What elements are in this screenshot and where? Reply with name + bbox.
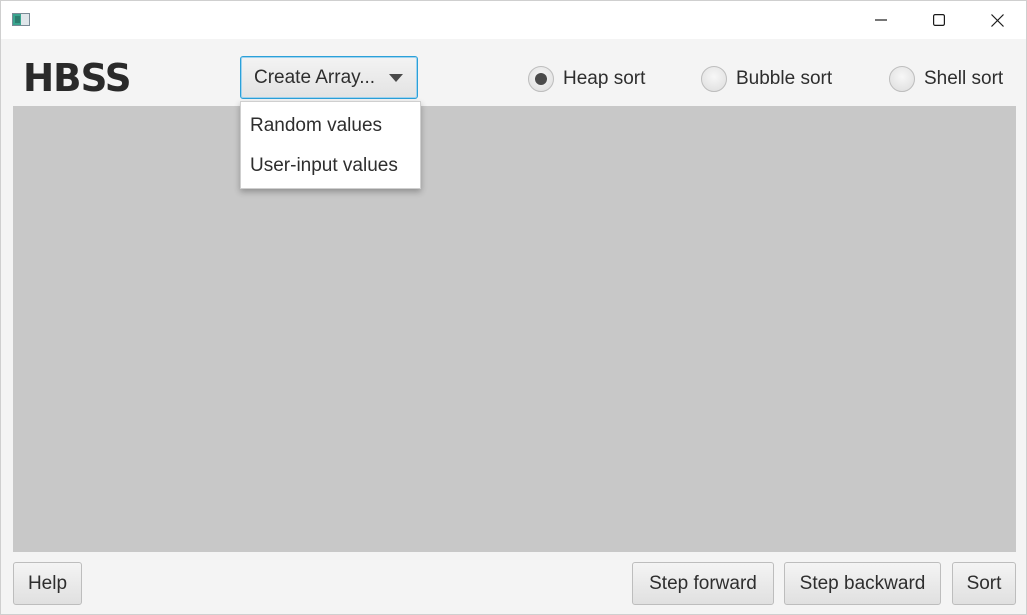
close-button[interactable] <box>968 1 1026 39</box>
maximize-icon <box>933 14 945 26</box>
radio-indicator <box>701 66 727 92</box>
close-icon <box>990 13 1004 27</box>
menu-item-random-values[interactable]: Random values <box>241 106 420 146</box>
chevron-down-icon <box>389 74 403 82</box>
radio-label: Heap sort <box>563 68 646 89</box>
create-array-label: Create Array... <box>254 66 376 88</box>
minimize-icon <box>875 19 887 21</box>
radio-label: Shell sort <box>924 68 1004 89</box>
app-logo: HBSS <box>23 56 132 100</box>
radio-bubble-sort[interactable]: Bubble sort <box>701 64 832 94</box>
radio-label: Bubble sort <box>736 68 833 89</box>
radio-indicator <box>889 66 915 92</box>
maximize-button[interactable] <box>910 1 968 39</box>
create-array-dropdown-menu: Random values User-input values <box>240 101 421 189</box>
menu-item-user-input-values[interactable]: User-input values <box>241 146 420 186</box>
create-array-combobox[interactable]: Create Array... <box>240 56 418 99</box>
visualization-canvas <box>13 106 1016 552</box>
radio-indicator-selected <box>528 66 554 92</box>
step-forward-button[interactable]: Step forward <box>632 562 774 605</box>
radio-heap-sort[interactable]: Heap sort <box>528 64 645 94</box>
title-bar <box>1 1 1026 39</box>
app-window: HBSS Create Array... Heap sort Bubble so… <box>0 0 1027 615</box>
app-window-icon <box>12 13 30 26</box>
radio-shell-sort[interactable]: Shell sort <box>889 64 1003 94</box>
sort-button[interactable]: Sort <box>952 562 1016 605</box>
minimize-button[interactable] <box>852 1 910 39</box>
help-button[interactable]: Help <box>13 562 82 605</box>
step-backward-button[interactable]: Step backward <box>784 562 941 605</box>
